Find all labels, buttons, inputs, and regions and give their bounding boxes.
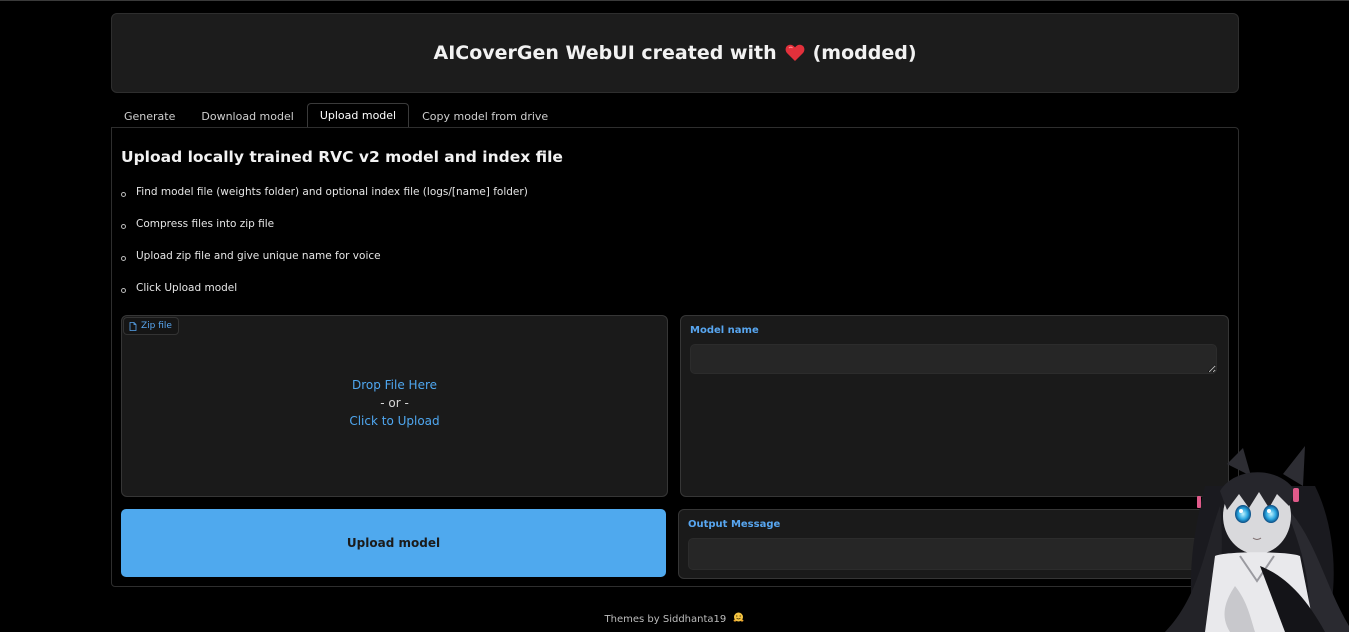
bullet-icon [121,256,126,261]
model-name-box: Model name [680,315,1229,497]
footer-text: Themes by Siddhanta19 [604,614,727,625]
heart-icon [785,44,805,61]
zip-file-dropzone[interactable]: Zip file Drop File Here - or - Click to … [121,315,668,497]
model-name-label: Model name [690,325,759,336]
hugging-face-icon [734,612,744,622]
footer: Themes by Siddhanta19 [0,612,1349,625]
bullet-icon [121,192,126,197]
app-title: AICoverGen WebUI created with (modded) [433,42,916,64]
step-text: Click Upload model [136,282,238,294]
tab-generate[interactable]: Generate [111,105,188,128]
list-item: Find model file (weights folder) and opt… [121,186,528,218]
step-text: Find model file (weights folder) and opt… [136,186,528,198]
zip-file-label-text: Zip file [141,321,172,331]
bullet-icon [121,224,126,229]
tab-upload-model[interactable]: Upload model [306,103,410,128]
file-icon [129,321,137,331]
output-message-label: Output Message [688,519,781,530]
tab-copy-model-from-drive[interactable]: Copy model from drive [409,105,561,128]
instruction-list: Find model file (weights folder) and opt… [121,186,528,314]
list-item: Upload zip file and give unique name for… [121,250,528,282]
zip-file-label: Zip file [123,317,179,335]
upload-model-button[interactable]: Upload model [121,509,666,577]
or-separator: - or - [380,396,409,410]
tab-bar: Generate Download model Upload model Cop… [111,103,561,128]
upload-model-panel: Upload locally trained RVC v2 model and … [111,127,1239,587]
drop-file-text[interactable]: Drop File Here [122,376,667,394]
model-name-input[interactable] [690,344,1217,374]
step-text: Compress files into zip file [136,218,275,230]
click-to-upload-link[interactable]: Click to Upload [122,412,667,430]
list-item: Compress files into zip file [121,218,528,250]
output-message-box: Output Message [678,509,1229,579]
app-header: AICoverGen WebUI created with (modded) [111,13,1239,93]
anime-mascot-image [1165,446,1349,632]
step-text: Upload zip file and give unique name for… [136,250,381,262]
app-title-suffix: (modded) [812,42,917,64]
app-title-prefix: AICoverGen WebUI created with [433,42,777,64]
output-message-field[interactable] [688,538,1219,570]
tab-download-model[interactable]: Download model [188,105,306,128]
drop-area[interactable]: Drop File Here - or - Click to Upload [122,376,667,430]
top-divider [0,0,1349,1]
list-item: Click Upload model [121,282,528,314]
panel-title: Upload locally trained RVC v2 model and … [121,148,563,166]
bullet-icon [121,288,126,293]
